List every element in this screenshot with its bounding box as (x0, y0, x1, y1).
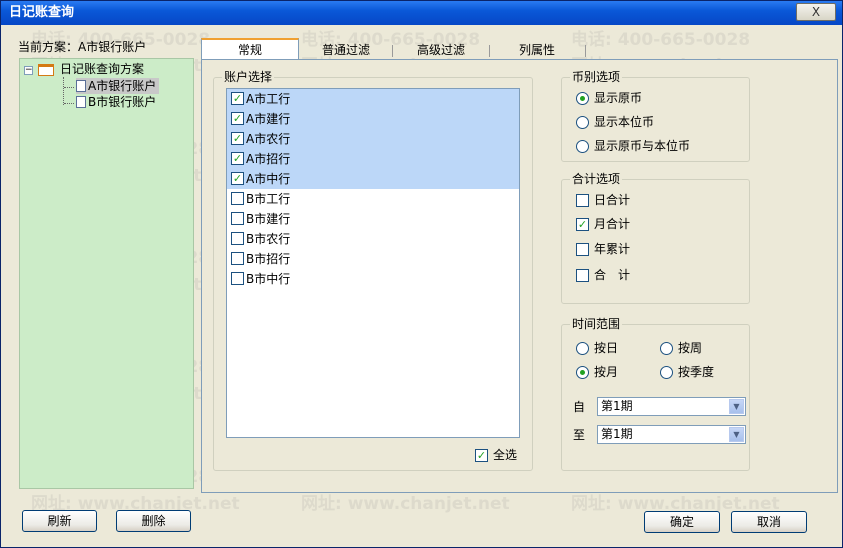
currency-option-label: 显示本位币 (594, 115, 655, 129)
tree-connector (64, 103, 74, 104)
to-label: 至 (573, 428, 586, 442)
tab-separator (392, 45, 393, 57)
account-label: B市农行 (246, 232, 291, 246)
account-label: A市中行 (246, 172, 291, 186)
account-label: A市招行 (246, 152, 291, 166)
chevron-down-icon[interactable]: ▼ (729, 427, 744, 442)
cancel-button[interactable]: 取消 (731, 511, 807, 533)
by-day-radio[interactable] (576, 342, 589, 355)
checkbox-icon[interactable] (231, 192, 244, 205)
document-icon (76, 96, 86, 108)
list-item[interactable]: B市招行 (227, 249, 519, 269)
yearly-cumulative-checkbox[interactable] (576, 243, 589, 256)
account-list[interactable]: ✓ A市工行 ✓ A市建行 ✓ A市农行 ✓ A市招行 ✓ A市中行 B市工行 B市建行 … (226, 88, 520, 438)
list-item[interactable]: B市农行 (227, 229, 519, 249)
currency-original-radio[interactable] (576, 92, 589, 105)
grand-total-checkbox[interactable] (576, 269, 589, 282)
tree-item-a-bank[interactable]: A市银行账户 (76, 78, 160, 94)
tree-item-label: A市银行账户 (88, 79, 157, 93)
tree-item-b-bank[interactable]: B市银行账户 (76, 94, 156, 110)
checkbox-icon[interactable] (231, 272, 244, 285)
time-option-label: 按季度 (678, 365, 715, 379)
select-all-checkbox[interactable]: ✓ (475, 449, 488, 462)
chevron-down-icon[interactable]: ▼ (729, 399, 744, 414)
refresh-button[interactable]: 刷新 (22, 510, 97, 532)
group-title: 时间范围 (570, 317, 623, 331)
tab-separator (585, 45, 586, 57)
from-period-value: 第1期 (601, 399, 633, 413)
scheme-tree[interactable]: − 日记账查询方案 A市银行账户 B市银行账户 (19, 58, 194, 489)
time-option-label: 按日 (594, 341, 619, 355)
list-item[interactable]: B市中行 (227, 269, 519, 289)
tab-general[interactable]: 常规 (201, 38, 299, 60)
list-item[interactable]: ✓ A市工行 (227, 89, 519, 109)
checkbox-icon[interactable]: ✓ (231, 112, 244, 125)
account-label: B市招行 (246, 252, 291, 266)
monthly-total-checkbox[interactable]: ✓ (576, 218, 589, 231)
account-label: B市建行 (246, 212, 291, 226)
to-period-value: 第1期 (601, 427, 633, 441)
checkbox-icon[interactable]: ✓ (231, 92, 244, 105)
daily-total-checkbox[interactable] (576, 194, 589, 207)
account-label: A市农行 (246, 132, 291, 146)
watermark-phone: 电话: 400-665-0028 (571, 30, 751, 50)
checkbox-icon[interactable] (231, 252, 244, 265)
checkbox-icon[interactable]: ✓ (231, 132, 244, 145)
close-button[interactable]: X (796, 3, 836, 21)
title-bar: 日记账查询 X (1, 1, 842, 25)
account-label: B市工行 (246, 192, 291, 206)
time-option-label: 按月 (594, 365, 619, 379)
delete-button[interactable]: 删除 (116, 510, 191, 532)
checkbox-icon[interactable]: ✓ (231, 172, 244, 185)
totals-option-label: 年累计 (594, 242, 631, 256)
window-title: 日记账查询 (9, 5, 75, 20)
list-item[interactable]: B市工行 (227, 189, 519, 209)
list-item[interactable]: ✓ A市中行 (227, 169, 519, 189)
currency-both-radio[interactable] (576, 140, 589, 153)
current-scheme-label: 当前方案：A市银行账户 (18, 40, 147, 54)
tree-collapse-icon[interactable]: − (24, 66, 33, 75)
tab-column-properties[interactable]: 列属性 (491, 41, 583, 60)
journal-query-dialog: 日记账查询 X 电话: 400-665-0028 电话: 400-665-002… (0, 0, 843, 548)
list-item[interactable]: ✓ A市农行 (227, 129, 519, 149)
to-period-select[interactable]: 第1期 ▼ (597, 425, 746, 444)
tree-connector (64, 87, 74, 88)
tab-separator (489, 45, 490, 57)
totals-option-label: 月合计 (594, 217, 631, 231)
list-item[interactable]: ✓ A市招行 (227, 149, 519, 169)
group-title: 账户选择 (222, 70, 275, 84)
checkbox-icon[interactable] (231, 232, 244, 245)
list-item[interactable]: B市建行 (227, 209, 519, 229)
currency-base-radio[interactable] (576, 116, 589, 129)
group-title: 合计选项 (570, 172, 623, 186)
account-label: B市中行 (246, 272, 291, 286)
currency-option-label: 显示原币 (594, 91, 643, 105)
group-title: 币别选项 (570, 70, 623, 84)
select-all-label: 全选 (493, 448, 518, 462)
list-item[interactable]: ✓ A市建行 (227, 109, 519, 129)
account-label: A市工行 (246, 92, 291, 106)
checkbox-icon[interactable] (231, 212, 244, 225)
folder-icon (38, 64, 54, 76)
ok-button[interactable]: 确定 (644, 511, 720, 533)
totals-option-label: 日合计 (594, 193, 631, 207)
from-period-select[interactable]: 第1期 ▼ (597, 397, 746, 416)
currency-option-label: 显示原币与本位币 (594, 139, 691, 153)
time-option-label: 按周 (678, 341, 703, 355)
by-week-radio[interactable] (660, 342, 673, 355)
checkbox-icon[interactable]: ✓ (231, 152, 244, 165)
tree-root-item[interactable]: 日记账查询方案 (60, 61, 144, 77)
tab-advanced-filter[interactable]: 高级过滤 (394, 41, 488, 60)
from-label: 自 (573, 400, 586, 414)
by-quarter-radio[interactable] (660, 366, 673, 379)
tree-item-label: B市银行账户 (88, 95, 157, 109)
document-icon (76, 80, 86, 92)
by-month-radio[interactable] (576, 366, 589, 379)
totals-options-group: 合计选项 (561, 172, 750, 304)
totals-option-label: 合 计 (594, 268, 631, 282)
account-label: A市建行 (246, 112, 291, 126)
tree-connector (63, 77, 64, 105)
tab-normal-filter[interactable]: 普通过滤 (301, 41, 391, 60)
